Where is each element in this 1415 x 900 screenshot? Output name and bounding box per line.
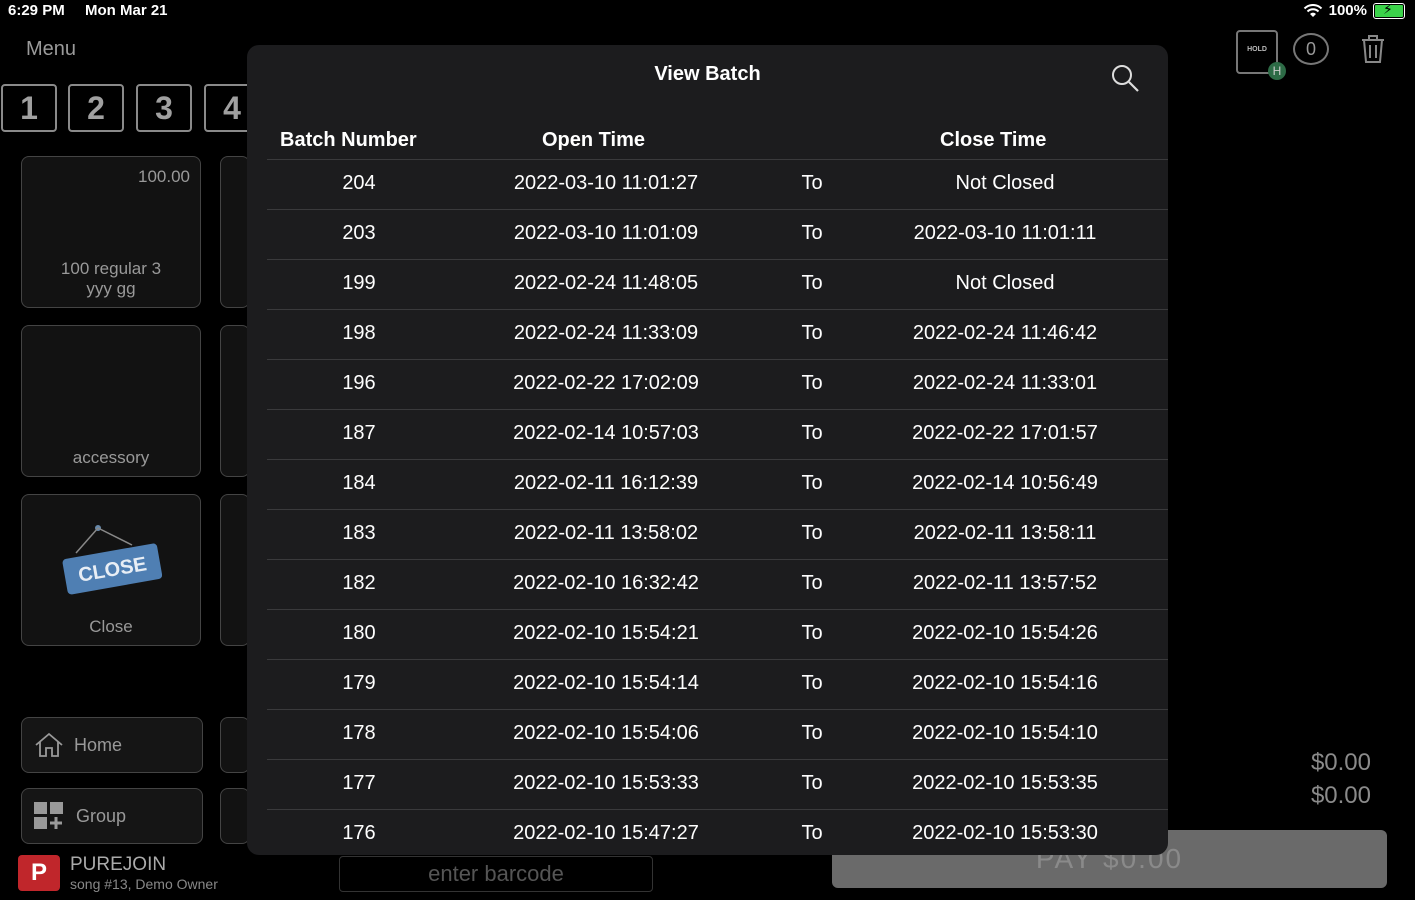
trash-icon[interactable] xyxy=(1360,34,1386,64)
brand-block: P PUREJOIN song #13, Demo Owner xyxy=(18,854,218,892)
hold-badge: H xyxy=(1268,62,1286,80)
group-label: Group xyxy=(76,805,127,826)
home-icon xyxy=(35,732,63,757)
group-button[interactable]: Group xyxy=(21,788,203,844)
group-add-icon xyxy=(34,802,63,829)
product-tile[interactable] xyxy=(220,156,250,308)
nav-button[interactable] xyxy=(220,717,250,773)
category-tab-3[interactable]: 3 xyxy=(136,84,192,132)
menu-button[interactable]: Menu xyxy=(26,38,76,61)
product-label: accessory xyxy=(72,448,150,467)
purejoin-logo: P xyxy=(18,855,60,891)
table-row[interactable]: 182 2022-02-10 16:32:42 To 2022-02-11 13:57… xyxy=(267,559,1168,609)
view-batch-modal: View Batch Batch Number Open Time Close … xyxy=(247,45,1168,855)
category-tab-2[interactable]: 2 xyxy=(68,84,124,132)
table-row[interactable]: 198 2022-02-24 11:33:09 To 2022-02-24 11:46… xyxy=(267,309,1168,359)
product-tile[interactable]: accessory xyxy=(21,325,201,477)
close-sign-icon: CLOSE xyxy=(62,525,162,595)
batch-table: 204 2022-03-10 11:01:27 To Not Closed 203 20… xyxy=(267,159,1168,855)
barcode-input[interactable]: enter barcode xyxy=(339,856,653,892)
table-row[interactable]: 179 2022-02-10 15:54:14 To 2022-02-10 15:54… xyxy=(267,659,1168,709)
home-button[interactable]: Home xyxy=(21,717,203,773)
hold-button[interactable]: HOLD H xyxy=(1236,30,1286,80)
table-row[interactable]: 177 2022-02-10 15:53:33 To 2022-02-10 15:53… xyxy=(267,759,1168,809)
col-batch-number: Batch Number xyxy=(280,129,417,151)
table-row[interactable]: 187 2022-02-14 10:57:03 To 2022-02-22 17:01… xyxy=(267,409,1168,459)
brand-name: PUREJOIN xyxy=(70,854,167,875)
col-open-time: Open Time xyxy=(542,129,645,151)
table-row[interactable]: 180 2022-02-10 15:54:21 To 2022-02-10 15:54… xyxy=(267,609,1168,659)
col-close-time: Close Time xyxy=(940,129,1047,151)
category-tab-1[interactable]: 1 xyxy=(1,84,57,132)
product-tile[interactable] xyxy=(220,494,250,646)
total-value: $0.00 xyxy=(1310,782,1371,809)
search-icon[interactable] xyxy=(1110,63,1140,93)
close-tile[interactable]: CLOSE Close xyxy=(21,494,201,646)
table-row[interactable]: 178 2022-02-10 15:54:06 To 2022-02-10 15:54… xyxy=(267,709,1168,759)
modal-title: View Batch xyxy=(654,63,761,85)
table-row[interactable]: 184 2022-02-11 16:12:39 To 2022-02-14 10:56… xyxy=(267,459,1168,509)
table-row[interactable]: 196 2022-02-22 17:02:09 To 2022-02-24 11:33… xyxy=(267,359,1168,409)
cart-count[interactable]: 0 xyxy=(1293,33,1329,65)
nav-button[interactable] xyxy=(220,788,250,844)
table-row[interactable]: 183 2022-02-11 13:58:02 To 2022-02-11 13:58… xyxy=(267,509,1168,559)
table-row[interactable]: 204 2022-03-10 11:01:27 To Not Closed xyxy=(267,159,1168,209)
product-tile[interactable] xyxy=(220,325,250,477)
product-label: 100 regular 3 yyy gg xyxy=(60,259,162,298)
product-label: Close xyxy=(89,617,133,636)
table-header: Batch Number Open Time Close Time xyxy=(267,129,1168,159)
subtotal-value: $0.00 xyxy=(1310,749,1371,776)
table-row[interactable]: 203 2022-03-10 11:01:09 To 2022-03-10 11:01… xyxy=(267,209,1168,259)
home-label: Home xyxy=(74,734,123,755)
product-price: 100.00 xyxy=(138,167,190,186)
table-row[interactable]: 176 2022-02-10 15:47:27 To 2022-02-10 15:53… xyxy=(267,809,1168,855)
table-row[interactable]: 199 2022-02-24 11:48:05 To Not Closed xyxy=(267,259,1168,309)
brand-subtitle: song #13, Demo Owner xyxy=(70,876,218,892)
product-tile[interactable]: 100.00 100 regular 3 yyy gg xyxy=(21,156,201,308)
